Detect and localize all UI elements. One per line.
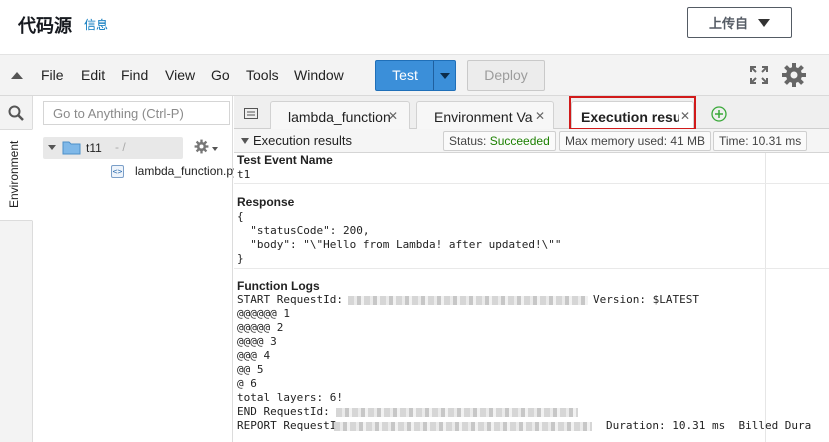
folder-icon xyxy=(62,141,81,155)
deploy-button[interactable]: Deploy xyxy=(467,60,545,91)
search-icon[interactable] xyxy=(8,105,24,121)
log-report-suffix: Duration: 10.31 ms Billed Dura xyxy=(606,419,812,432)
gear-icon[interactable] xyxy=(194,139,209,154)
close-icon[interactable]: ✕ xyxy=(535,109,545,123)
environment-tab[interactable]: Environment xyxy=(0,129,33,221)
file-tree-panel: Go to Anything (Ctrl-P) t11 - / <> lambd… xyxy=(34,96,239,442)
redacted-request-id xyxy=(334,422,592,431)
tab-lambda-function[interactable]: lambda_function ✕ xyxy=(270,101,410,129)
fullscreen-icon[interactable] xyxy=(750,66,768,84)
status-label: Status: xyxy=(449,134,487,148)
time-badge: Time: 10.31 ms xyxy=(713,131,808,151)
print-margin-line xyxy=(765,153,766,442)
folder-path: - / xyxy=(115,140,126,154)
log-line: @@@@ 3 xyxy=(237,335,277,348)
python-file-icon: <> xyxy=(111,165,124,178)
gear-icon[interactable] xyxy=(781,62,807,88)
log-line: @@@@@ 2 xyxy=(237,321,284,334)
menu-tools[interactable]: Tools xyxy=(246,67,279,83)
test-dropdown-button[interactable] xyxy=(434,61,455,90)
tabs-menu-icon[interactable] xyxy=(244,108,258,119)
test-event-name: t1 xyxy=(237,168,251,181)
log-line: @ 6 xyxy=(237,377,257,390)
highlight-outline xyxy=(569,96,696,130)
folder-name: t11 xyxy=(86,141,102,155)
page-header: 代码源 信息 上传自 xyxy=(0,0,829,55)
menu-find[interactable]: Find xyxy=(121,67,148,83)
section-divider xyxy=(234,183,829,184)
log-line: @@@@@@ 1 xyxy=(237,307,290,320)
section-divider xyxy=(234,268,829,269)
menu-go[interactable]: Go xyxy=(211,67,230,83)
info-link[interactable]: 信息 xyxy=(84,16,108,33)
redacted-request-id xyxy=(336,408,578,417)
test-button-label: Test xyxy=(392,67,418,83)
ide-menubar: File Edit Find View Go Tools Window Test… xyxy=(0,55,829,96)
add-tab-icon[interactable] xyxy=(711,106,727,122)
goto-anything-input[interactable]: Go to Anything (Ctrl-P) xyxy=(43,101,230,125)
caret-down-icon xyxy=(758,18,770,27)
execution-results-title: Execution results xyxy=(253,133,352,148)
caret-down-icon xyxy=(439,72,450,79)
response-line: } xyxy=(237,252,244,265)
function-logs-heading: Function Logs xyxy=(237,279,320,293)
environment-tab-label: Environment xyxy=(7,140,21,208)
caret-down-icon[interactable] xyxy=(241,138,249,144)
response-line: "body": "\"Hello from Lambda! after upda… xyxy=(237,238,562,251)
response-heading: Response xyxy=(237,195,295,209)
memory-badge: Max memory used: 41 MB xyxy=(559,131,712,151)
page-title: 代码源 xyxy=(18,16,72,37)
tab-environment-variables[interactable]: Environment Var ✕ xyxy=(416,101,554,129)
menu-collapse-icon[interactable] xyxy=(11,72,23,79)
redacted-request-id xyxy=(348,296,588,305)
menu-file[interactable]: File xyxy=(41,67,64,83)
tree-folder-t11[interactable]: t11 - / xyxy=(43,137,183,159)
log-line: @@@ 4 xyxy=(237,349,271,362)
log-line: total layers: 6! xyxy=(237,391,343,404)
test-button[interactable]: Test xyxy=(375,60,456,91)
log-start-prefix: START RequestId: xyxy=(237,293,343,306)
response-line: "statusCode": 200, xyxy=(237,224,370,237)
status-value: Succeeded xyxy=(489,134,550,148)
close-icon[interactable]: ✕ xyxy=(388,109,398,123)
upload-from-label: 上传自 xyxy=(708,17,748,32)
menu-edit[interactable]: Edit xyxy=(81,67,105,83)
menu-window[interactable]: Window xyxy=(294,67,344,83)
left-rail: Environment xyxy=(0,96,33,442)
log-end-prefix: END RequestId: xyxy=(237,405,330,418)
log-report-prefix: REPORT RequestI xyxy=(237,419,337,432)
status-badge: Status: Succeeded xyxy=(443,131,556,151)
upload-from-button[interactable]: 上传自 xyxy=(687,7,792,38)
log-start-suffix: Version: $LATEST xyxy=(593,293,699,306)
tree-file-lambda-function[interactable]: lambda_function.py xyxy=(135,164,239,178)
test-event-heading: Test Event Name xyxy=(237,153,333,167)
response-line: { xyxy=(237,210,244,223)
caret-down-icon[interactable] xyxy=(212,147,218,151)
tab-label: lambda_function xyxy=(288,109,391,125)
menu-view[interactable]: View xyxy=(165,67,195,83)
tab-label: Environment Var xyxy=(434,109,533,125)
log-line: @@ 5 xyxy=(237,363,264,376)
caret-down-icon[interactable] xyxy=(48,145,56,150)
